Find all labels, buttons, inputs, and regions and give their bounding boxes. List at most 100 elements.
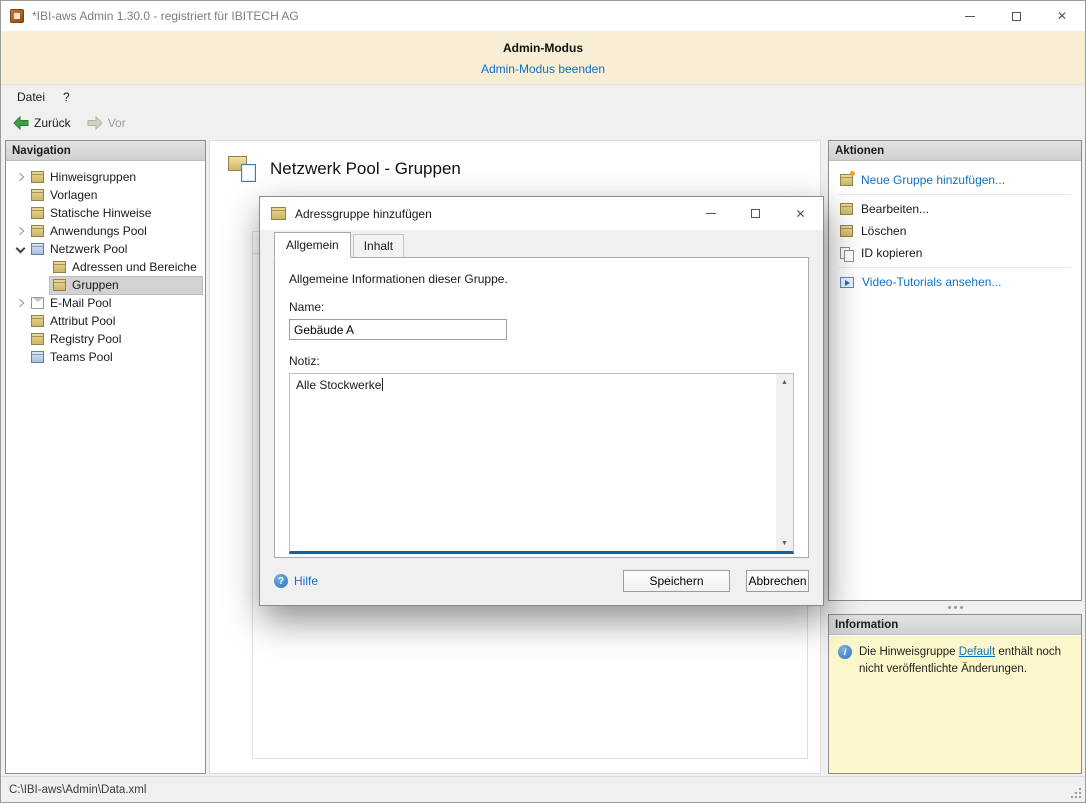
package-icon — [31, 189, 44, 201]
admin-mode-exit-link[interactable]: Admin-Modus beenden — [1, 62, 1085, 76]
note-field[interactable]: Alle Stockwerke ▲ ▼ — [289, 373, 794, 554]
nav-item-adressen-und-bereiche[interactable]: Adressen und Bereiche — [6, 258, 205, 276]
package-icon — [271, 207, 286, 220]
navigation-tree: Hinweisgruppen Vorlagen Statische Hinwei… — [6, 161, 205, 366]
copy-icon — [840, 246, 854, 262]
admin-mode-title: Admin-Modus — [503, 41, 583, 55]
information-header: Information — [829, 615, 1081, 635]
info-icon: i — [838, 645, 852, 659]
close-button[interactable]: ✕ — [1039, 1, 1085, 31]
dialog-titlebar[interactable]: Adressgruppe hinzufügen ✕ — [260, 197, 823, 230]
nav-item-hinweisgruppen[interactable]: Hinweisgruppen — [6, 168, 205, 186]
splitter-dots-icon — [947, 606, 963, 609]
scrollbar[interactable]: ▲ ▼ — [776, 374, 793, 551]
window-title: *IBI-aws Admin 1.30.0 - registriert für … — [32, 9, 299, 23]
save-button[interactable]: Speichern — [623, 570, 730, 592]
nav-item-netzwerk-pool[interactable]: Netzwerk Pool — [6, 240, 205, 258]
video-icon — [840, 276, 854, 288]
cancel-button[interactable]: Abbrechen — [746, 570, 809, 592]
dialog-body: Allgemeine Informationen dieser Gruppe. … — [274, 257, 809, 558]
dialog-maximize-button[interactable] — [733, 197, 778, 230]
separator — [839, 267, 1071, 268]
maximize-icon — [751, 209, 760, 218]
maximize-button[interactable] — [993, 1, 1039, 31]
action-new-group[interactable]: Neue Gruppe hinzufügen... — [829, 169, 1081, 191]
minimize-icon — [705, 213, 716, 214]
app-icon — [10, 9, 24, 23]
package-icon — [840, 203, 853, 215]
chevron-right-icon[interactable] — [14, 296, 28, 310]
package-icon — [31, 225, 44, 237]
scroll-down-icon[interactable]: ▼ — [776, 535, 793, 551]
package-icon — [31, 333, 44, 345]
nav-item-teams-pool[interactable]: Teams Pool — [6, 348, 205, 366]
action-copy-id[interactable]: ID kopieren — [829, 242, 1081, 264]
nav-item-anwendungs-pool[interactable]: Anwendungs Pool — [6, 222, 205, 240]
package-icon — [31, 315, 44, 327]
package-icon — [53, 279, 66, 291]
package-icon — [53, 261, 66, 273]
forward-button-label: Vor — [107, 115, 126, 130]
forward-arrow-icon — [87, 115, 103, 130]
information-panel: Information i Die Hinweisgruppe Default … — [828, 614, 1082, 774]
package-icon — [31, 207, 44, 219]
scroll-up-icon[interactable]: ▲ — [776, 374, 793, 390]
close-icon: ✕ — [795, 206, 806, 221]
envelope-icon — [31, 297, 44, 309]
nav-item-email-pool[interactable]: E-Mail Pool — [6, 294, 205, 312]
nav-item-gruppen[interactable]: Gruppen — [6, 275, 205, 295]
nav-item-vorlagen[interactable]: Vorlagen — [6, 186, 205, 204]
menubar: Datei ? — [1, 85, 1085, 109]
tab-allgemein[interactable]: Allgemein — [274, 232, 351, 258]
help-icon: ? — [274, 574, 288, 588]
name-label: Name: — [289, 300, 325, 314]
back-button-label: Zurück — [34, 115, 71, 130]
new-package-icon — [840, 171, 855, 186]
separator — [839, 194, 1071, 195]
menu-datei[interactable]: Datei — [8, 87, 54, 107]
dialog-minimize-button[interactable] — [688, 197, 733, 230]
information-message: Die Hinweisgruppe Default enthält noch n… — [859, 646, 1062, 675]
admin-mode-banner: Admin-Modus Admin-Modus beenden — [1, 31, 1085, 85]
network-icon — [31, 243, 44, 255]
nav-item-attribut-pool[interactable]: Attribut Pool — [6, 312, 205, 330]
minimize-button[interactable] — [947, 1, 993, 31]
navigation-panel: Navigation Hinweisgruppen Vorlagen Stati… — [5, 140, 206, 774]
dialog-footer: ? Hilfe Speichern Abbrechen — [260, 558, 823, 604]
chevron-right-icon[interactable] — [14, 224, 28, 238]
action-edit[interactable]: Bearbeiten... — [829, 198, 1081, 220]
resize-grip-icon[interactable] — [1070, 787, 1082, 799]
action-video-tutorials[interactable]: Video-Tutorials ansehen... — [829, 271, 1081, 293]
tab-inhalt[interactable]: Inhalt — [352, 234, 405, 257]
chevron-right-icon[interactable] — [14, 170, 28, 184]
actions-panel: Aktionen Neue Gruppe hinzufügen... Bearb… — [828, 140, 1082, 601]
toolbar: Zurück Vor — [1, 109, 1085, 136]
dialog-tabs: Allgemein Inhalt — [260, 230, 823, 258]
dialog-close-button[interactable]: ✕ — [778, 197, 823, 230]
back-arrow-icon — [13, 115, 29, 130]
page-title: Netzwerk Pool - Gruppen — [270, 158, 461, 178]
status-bar: C:\IBI-aws\Admin\Data.xml — [1, 776, 1085, 802]
window-titlebar[interactable]: *IBI-aws Admin 1.30.0 - registriert für … — [1, 1, 1085, 31]
note-label: Notiz: — [289, 354, 320, 368]
action-delete[interactable]: Löschen — [829, 220, 1081, 242]
default-group-link[interactable]: Default — [959, 646, 995, 658]
forward-button[interactable]: Vor — [82, 114, 131, 132]
menu-help[interactable]: ? — [54, 87, 79, 107]
minimize-icon — [965, 15, 975, 17]
name-field[interactable] — [289, 319, 507, 340]
status-path: C:\IBI-aws\Admin\Data.xml — [9, 783, 147, 796]
app-window: *IBI-aws Admin 1.30.0 - registriert für … — [0, 0, 1086, 803]
back-button[interactable]: Zurück — [8, 114, 76, 132]
dialog-description: Allgemeine Informationen dieser Gruppe. — [289, 272, 508, 286]
dialog-title: Adressgruppe hinzufügen — [295, 206, 432, 221]
chevron-down-icon[interactable] — [14, 242, 28, 256]
package-icon — [31, 171, 44, 183]
actions-header: Aktionen — [829, 141, 1081, 161]
maximize-icon — [1011, 11, 1021, 21]
help-link[interactable]: ? Hilfe — [274, 574, 318, 588]
nav-item-statische-hinweise[interactable]: Statische Hinweise — [6, 204, 205, 222]
nav-item-registry-pool[interactable]: Registry Pool — [6, 330, 205, 348]
panel-splitter[interactable] — [828, 601, 1082, 614]
pool-groups-icon — [228, 155, 258, 182]
